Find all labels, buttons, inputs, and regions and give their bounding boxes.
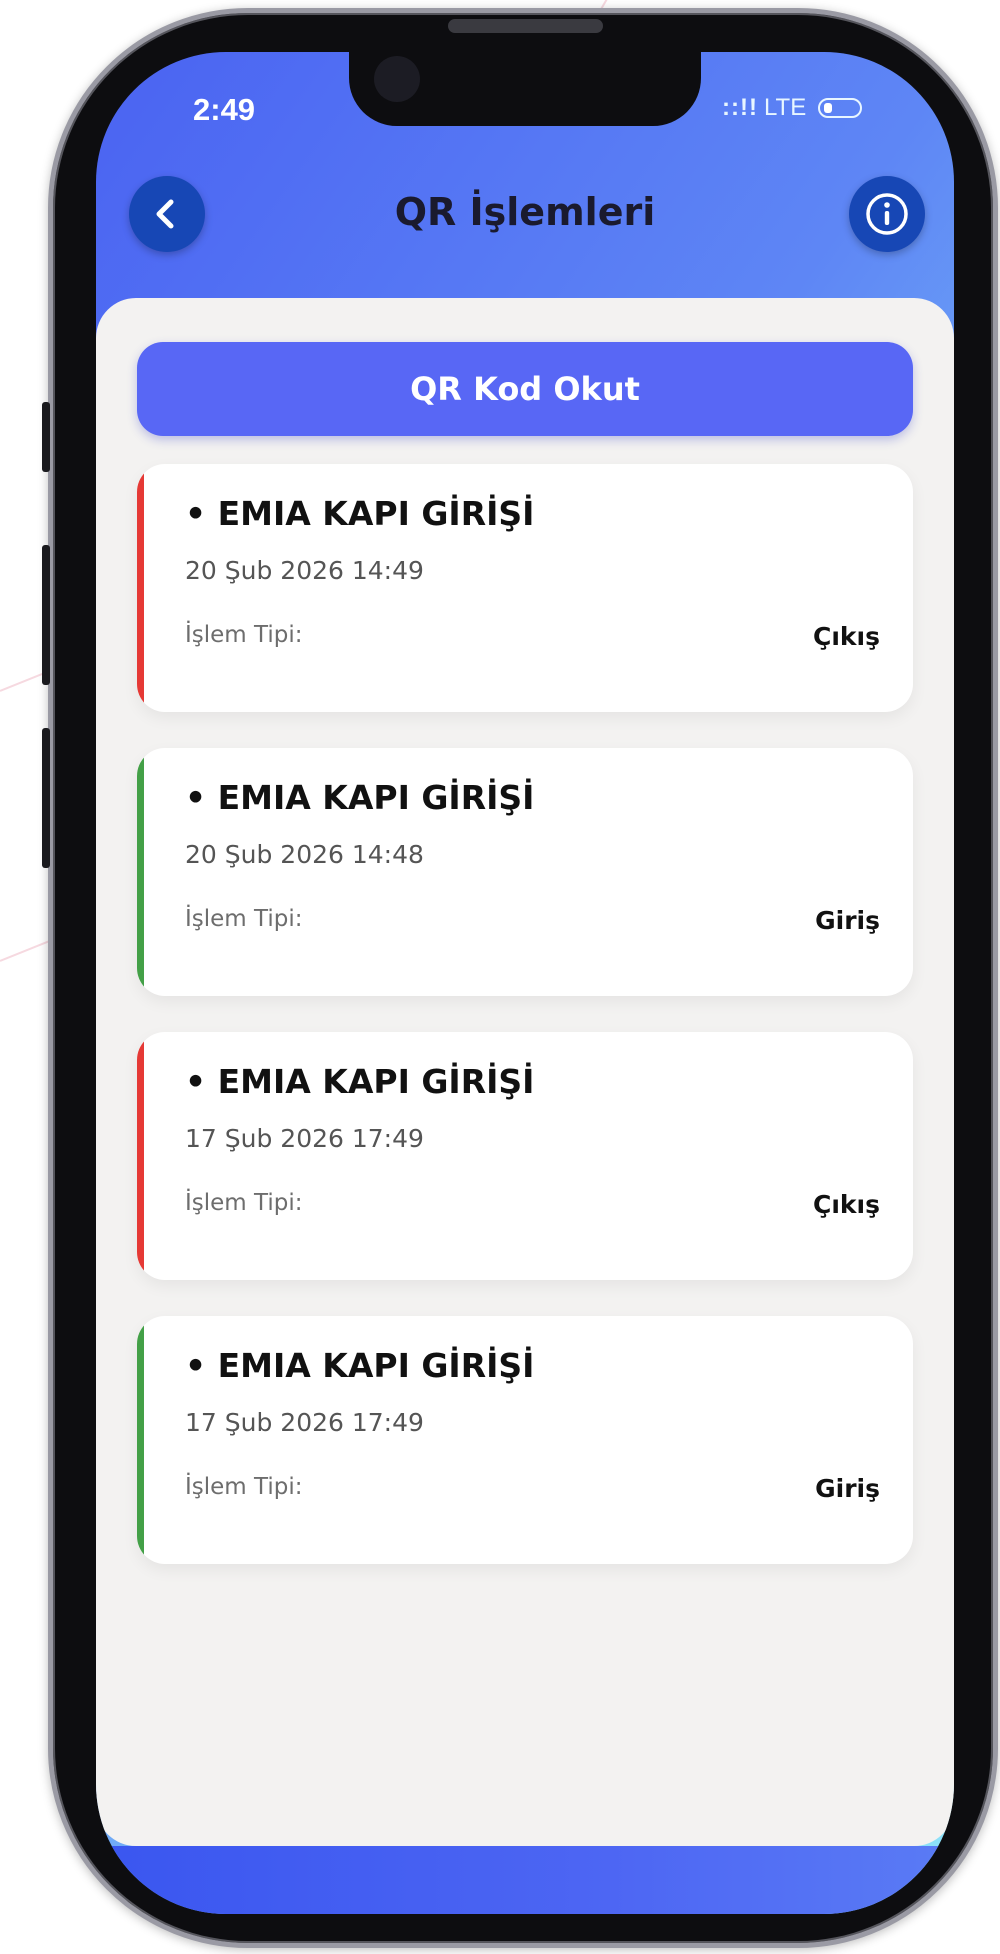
- transaction-type-label: İşlem Tipi:: [185, 1190, 303, 1216]
- status-accent-bar: [137, 1032, 144, 1280]
- transaction-type-value: Giriş: [815, 906, 880, 935]
- qr-scan-button[interactable]: QR Kod Okut: [137, 342, 913, 436]
- transaction-title: • EMIA KAPI GİRİŞİ: [185, 1062, 535, 1101]
- battery-icon: [818, 98, 863, 118]
- transaction-type-value: Giriş: [815, 1474, 880, 1503]
- bottom-bar: [96, 1846, 954, 1914]
- phone-screen: 2:49 ::!! LTE QR İşlemleri QR Kod Okut •…: [96, 52, 954, 1914]
- transaction-type-value: Çıkış: [813, 622, 880, 651]
- transaction-type-value: Çıkış: [813, 1190, 880, 1219]
- transaction-date: 17 Şub 2026 17:49: [185, 1124, 424, 1153]
- status-indicators: ::!! LTE: [722, 94, 863, 122]
- phone-side-button: [42, 545, 50, 685]
- info-button[interactable]: [849, 176, 925, 252]
- transaction-type-label: İşlem Tipi:: [185, 622, 303, 648]
- transactions-panel: QR Kod Okut • EMIA KAPI GİRİŞİ 20 Şub 202…: [96, 298, 954, 1846]
- screenshot-canvas: 2:49 ::!! LTE QR İşlemleri QR Kod Okut •…: [0, 0, 1000, 1954]
- transaction-date: 17 Şub 2026 17:49: [185, 1408, 424, 1437]
- transaction-title: • EMIA KAPI GİRİŞİ: [185, 778, 535, 817]
- signal-icon: ::!!: [722, 94, 758, 121]
- status-time: 2:49: [193, 92, 256, 127]
- phone-side-button: [42, 402, 50, 472]
- transaction-title: • EMIA KAPI GİRİŞİ: [185, 494, 535, 533]
- camera-lens: [374, 56, 420, 102]
- transaction-card[interactable]: • EMIA KAPI GİRİŞİ 20 Şub 2026 14:48 İşlem…: [137, 748, 913, 996]
- decorative-line: [0, 939, 52, 962]
- info-icon: [866, 193, 908, 235]
- transaction-card[interactable]: • EMIA KAPI GİRİŞİ 17 Şub 2026 17:49 İşlem…: [137, 1032, 913, 1280]
- transaction-date: 20 Şub 2026 14:49: [185, 556, 424, 585]
- transaction-title: • EMIA KAPI GİRİŞİ: [185, 1346, 535, 1385]
- phone-speaker: [448, 19, 603, 33]
- transaction-date: 20 Şub 2026 14:48: [185, 840, 424, 869]
- transaction-card[interactable]: • EMIA KAPI GİRİŞİ 20 Şub 2026 14:49 İşlem…: [137, 464, 913, 712]
- page-title: QR İşlemleri: [394, 190, 656, 234]
- phone-side-button: [42, 728, 50, 868]
- status-accent-bar: [137, 464, 144, 712]
- status-accent-bar: [137, 1316, 144, 1564]
- status-accent-bar: [137, 748, 144, 996]
- transaction-type-label: İşlem Tipi:: [185, 1474, 303, 1500]
- network-type: LTE: [763, 94, 807, 121]
- transaction-type-label: İşlem Tipi:: [185, 906, 303, 932]
- battery-level: [824, 103, 833, 113]
- transaction-card[interactable]: • EMIA KAPI GİRİŞİ 17 Şub 2026 17:49 İşlem…: [137, 1316, 913, 1564]
